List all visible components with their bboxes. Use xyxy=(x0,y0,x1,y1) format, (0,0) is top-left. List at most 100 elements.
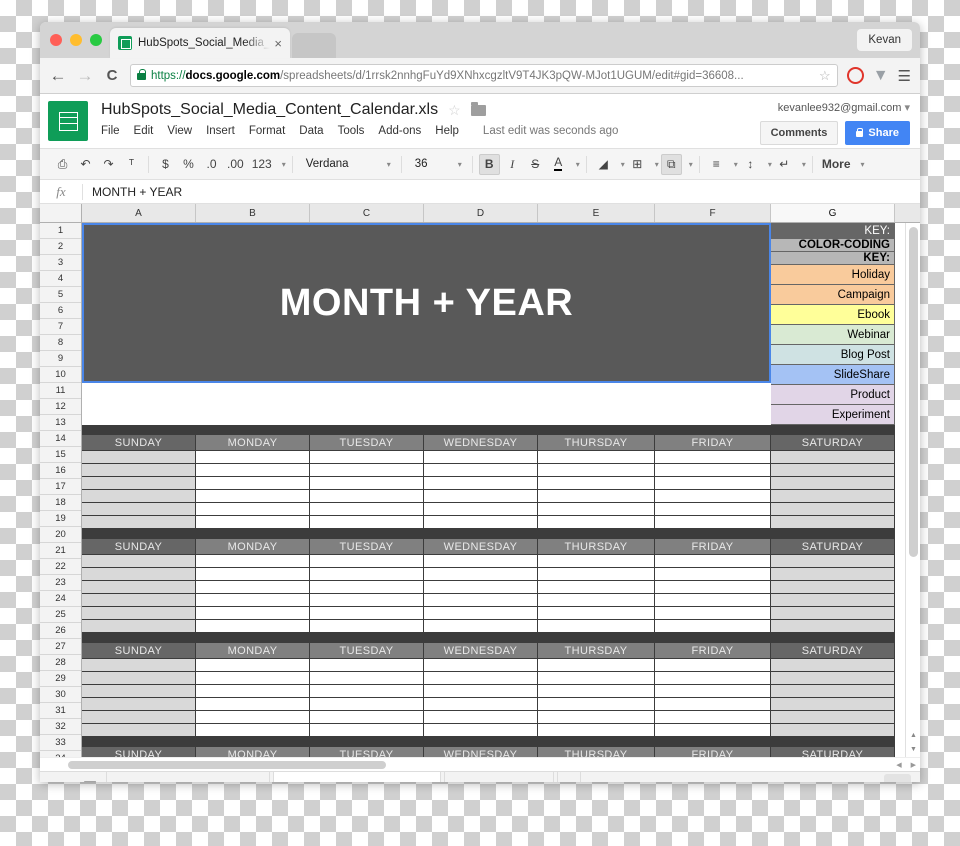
row-header-21[interactable]: 21 xyxy=(40,543,81,559)
row-header-10[interactable]: 10 xyxy=(40,367,81,383)
row-header-30[interactable]: 30 xyxy=(40,687,81,703)
calendar-cell[interactable] xyxy=(310,477,424,490)
vertical-align-icon[interactable]: ↕ xyxy=(740,154,761,175)
day-header-saturday[interactable]: SATURDAY xyxy=(771,435,895,451)
key-row-campaign[interactable]: Campaign xyxy=(771,285,895,305)
calendar-cell[interactable] xyxy=(196,659,310,672)
sheet-tab-twitter-updates[interactable]: Twitter Updates ▾ xyxy=(444,771,555,782)
calendar-cell[interactable] xyxy=(310,451,424,464)
print-icon[interactable]: ⎙ xyxy=(52,154,73,175)
calendar-cell[interactable] xyxy=(310,464,424,477)
calendar-cell[interactable] xyxy=(310,516,424,529)
key-row-key[interactable]: KEY: xyxy=(771,223,895,239)
day-header-sunday[interactable]: SUNDAY xyxy=(82,435,196,451)
chevron-down-icon[interactable]: ▾ xyxy=(655,160,659,169)
close-tab-icon[interactable]: × xyxy=(274,37,282,50)
previous-sheet-icon[interactable]: ◀ xyxy=(596,781,604,782)
day-header-tuesday[interactable]: TUESDAY xyxy=(310,747,424,757)
row-header-17[interactable]: 17 xyxy=(40,479,81,495)
document-title[interactable]: HubSpots_Social_Media_Content_Calendar.x… xyxy=(101,101,438,119)
row-header-25[interactable]: 25 xyxy=(40,607,81,623)
calendar-cell[interactable] xyxy=(82,490,196,503)
currency-format-button[interactable]: $ xyxy=(155,154,176,175)
calendar-cell[interactable] xyxy=(82,581,196,594)
calendar-cell[interactable] xyxy=(538,607,655,620)
calendar-cell[interactable] xyxy=(771,724,895,737)
vertical-scroll-thumb[interactable] xyxy=(909,227,918,557)
calendar-cell[interactable] xyxy=(771,581,895,594)
scroll-up-icon[interactable]: ▲ xyxy=(906,728,920,742)
day-header-monday[interactable]: MONDAY xyxy=(196,747,310,757)
comments-button[interactable]: Comments xyxy=(759,121,839,145)
column-header-e[interactable]: E xyxy=(538,204,655,222)
row-header-22[interactable]: 22 xyxy=(40,559,81,575)
day-header-thursday[interactable]: THURSDAY xyxy=(538,539,655,555)
row-header-20[interactable]: 20 xyxy=(40,527,81,543)
chevron-down-icon[interactable]: ▾ xyxy=(734,160,738,169)
calendar-cell[interactable] xyxy=(771,711,895,724)
grid-cells[interactable]: MONTH + YEAR KEY: COLOR-CODING KEY: Holiday C… xyxy=(82,223,920,757)
calendar-cell[interactable] xyxy=(424,620,538,633)
redo-icon[interactable]: ↷ xyxy=(98,154,119,175)
calendar-cell[interactable] xyxy=(655,711,771,724)
calendar-cell[interactable] xyxy=(82,698,196,711)
calendar-cell[interactable] xyxy=(424,581,538,594)
calendar-cell[interactable] xyxy=(424,568,538,581)
bookmark-star-icon[interactable]: ☆ xyxy=(819,68,831,84)
day-header-monday[interactable]: MONDAY xyxy=(196,643,310,659)
day-header-monday[interactable]: MONDAY xyxy=(196,539,310,555)
shield-icon[interactable]: ▼ xyxy=(873,67,889,85)
address-bar[interactable]: https://docs.google.com/spreadsheets/d/1… xyxy=(130,64,838,87)
calendar-cell[interactable] xyxy=(82,607,196,620)
calendar-cell[interactable] xyxy=(771,659,895,672)
calendar-cell[interactable] xyxy=(538,451,655,464)
calendar-cell[interactable] xyxy=(310,607,424,620)
calendar-cell[interactable] xyxy=(196,490,310,503)
key-row-holiday[interactable]: Holiday xyxy=(771,265,895,285)
day-header-thursday[interactable]: THURSDAY xyxy=(538,435,655,451)
calendar-cell[interactable] xyxy=(538,672,655,685)
bold-button[interactable]: B xyxy=(478,153,500,175)
chevron-down-icon[interactable]: ▾ xyxy=(802,160,806,169)
calendar-cell[interactable] xyxy=(424,490,538,503)
chevron-down-icon[interactable]: ▾ xyxy=(621,160,625,169)
calendar-cell[interactable] xyxy=(82,555,196,568)
calendar-cell[interactable] xyxy=(538,659,655,672)
more-formats-button[interactable]: 123 xyxy=(249,154,275,175)
calendar-cell[interactable] xyxy=(771,620,895,633)
calendar-cell[interactable] xyxy=(424,685,538,698)
borders-icon[interactable]: ⊞ xyxy=(627,154,648,175)
calendar-cell[interactable] xyxy=(538,555,655,568)
calendar-cell[interactable] xyxy=(82,568,196,581)
scroll-right-icon[interactable]: ▶ xyxy=(911,761,916,769)
calendar-cell[interactable] xyxy=(310,503,424,516)
day-header-sunday[interactable]: SUNDAY xyxy=(82,539,196,555)
calendar-cell[interactable] xyxy=(196,555,310,568)
menu-data[interactable]: Data xyxy=(299,125,323,137)
calendar-cell[interactable] xyxy=(655,464,771,477)
calendar-cell[interactable] xyxy=(538,464,655,477)
calendar-cell[interactable] xyxy=(655,516,771,529)
day-header-tuesday[interactable]: TUESDAY xyxy=(310,643,424,659)
window-controls[interactable] xyxy=(50,34,102,46)
calendar-cell[interactable] xyxy=(655,568,771,581)
row-header-1[interactable]: 1 xyxy=(40,223,81,239)
calendar-cell[interactable] xyxy=(771,516,895,529)
calendar-cell[interactable] xyxy=(538,503,655,516)
calendar-cell[interactable] xyxy=(310,659,424,672)
calendar-cell[interactable] xyxy=(310,724,424,737)
calendar-cell[interactable] xyxy=(424,659,538,672)
key-row-color-coding[interactable]: COLOR-CODING xyxy=(771,239,895,252)
minimize-window-button[interactable] xyxy=(70,34,82,46)
add-sheet-icon[interactable]: + xyxy=(48,779,74,783)
calendar-cell[interactable] xyxy=(196,698,310,711)
column-header-c[interactable]: C xyxy=(310,204,424,222)
key-row-key[interactable]: KEY: xyxy=(771,252,895,265)
reload-icon[interactable]: C xyxy=(103,68,121,83)
calendar-cell[interactable] xyxy=(310,555,424,568)
calendar-cell[interactable] xyxy=(771,594,895,607)
sheets-logo-icon[interactable] xyxy=(48,101,88,141)
calendar-cell[interactable] xyxy=(538,724,655,737)
row-header-3[interactable]: 3 xyxy=(40,255,81,271)
column-header-d[interactable]: D xyxy=(424,204,538,222)
